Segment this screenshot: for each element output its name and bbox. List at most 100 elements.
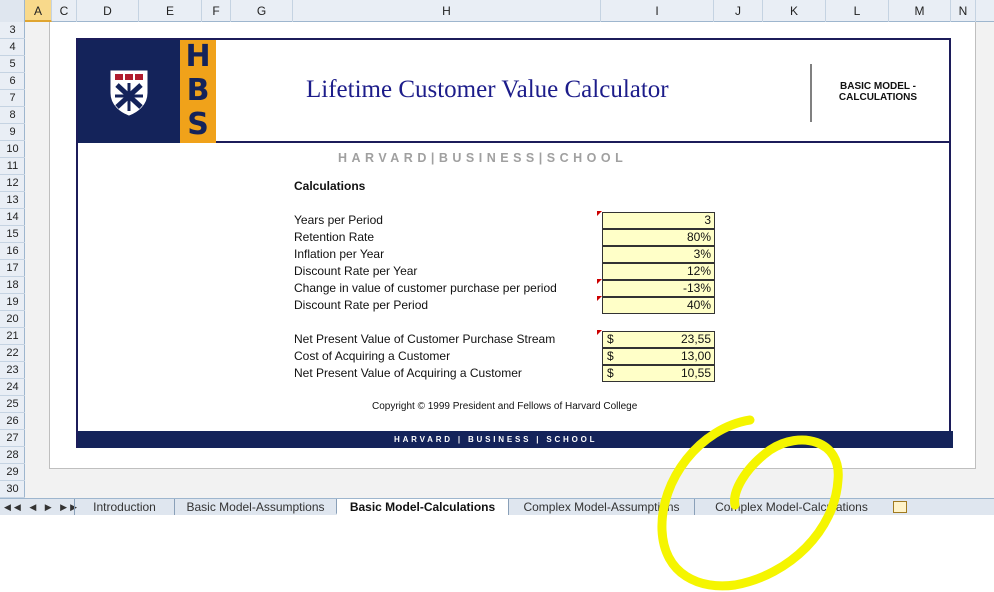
hbs-letter-bar: HBS bbox=[180, 40, 216, 143]
tab-introduction[interactable]: Introduction bbox=[74, 499, 174, 515]
calc-value-text: 23,55 bbox=[680, 332, 711, 346]
currency-symbol: $ bbox=[607, 332, 614, 346]
row-header-30[interactable]: 30 bbox=[0, 481, 25, 498]
row-header-17[interactable]: 17 bbox=[0, 260, 25, 277]
calc-value-cell[interactable]: 40% bbox=[602, 297, 715, 314]
calc-value-text: 12% bbox=[686, 264, 711, 278]
row-header-10[interactable]: 10 bbox=[0, 141, 25, 158]
comment-indicator-icon[interactable] bbox=[597, 296, 602, 301]
calc-value-text: 3 bbox=[704, 213, 711, 227]
column-header-l[interactable]: L bbox=[826, 0, 889, 22]
logo-letter: H bbox=[185, 40, 211, 74]
calc-label: Net Present Value of Acquiring a Custome… bbox=[294, 366, 522, 380]
calc-value-text: 40% bbox=[686, 298, 711, 312]
row-header-20[interactable]: 20 bbox=[0, 311, 25, 328]
row-header-13[interactable]: 13 bbox=[0, 192, 25, 209]
column-header-a[interactable]: A bbox=[25, 0, 52, 22]
calc-value-text: 80% bbox=[686, 230, 711, 244]
calc-label: Discount Rate per Period bbox=[294, 298, 429, 312]
currency-symbol: $ bbox=[607, 349, 614, 363]
row-header-15[interactable]: 15 bbox=[0, 226, 25, 243]
calc-value-text: 10,55 bbox=[680, 366, 711, 380]
row-header-22[interactable]: 22 bbox=[0, 345, 25, 362]
column-header-m[interactable]: M bbox=[889, 0, 951, 22]
row-header-23[interactable]: 23 bbox=[0, 362, 25, 379]
row-header-28[interactable]: 28 bbox=[0, 447, 25, 464]
calc-value-text: -13% bbox=[682, 281, 711, 295]
column-header-c[interactable]: C bbox=[52, 0, 77, 22]
header-divider bbox=[810, 64, 812, 122]
row-header-9[interactable]: 9 bbox=[0, 124, 25, 141]
row-header-7[interactable]: 7 bbox=[0, 90, 25, 107]
calc-value-cell[interactable]: $23,55 bbox=[602, 331, 715, 348]
calc-label: Net Present Value of Customer Purchase S… bbox=[294, 332, 556, 346]
row-header-19[interactable]: 19 bbox=[0, 294, 25, 311]
row-header-18[interactable]: 18 bbox=[0, 277, 25, 294]
harvard-wordmark: HARVARD|BUSINESS|SCHOOL bbox=[338, 151, 628, 165]
calc-label: Cost of Acquiring a Customer bbox=[294, 349, 451, 363]
comment-indicator-icon[interactable] bbox=[597, 211, 602, 216]
logo-letter: B bbox=[186, 73, 210, 108]
calc-value-text: 3% bbox=[693, 247, 711, 261]
row-header-25[interactable]: 25 bbox=[0, 396, 25, 413]
calc-value-text: 13,00 bbox=[680, 349, 711, 363]
model-label: BASIC MODEL - CALCULATIONS bbox=[838, 81, 918, 103]
calc-value-cell[interactable]: 3% bbox=[602, 246, 715, 263]
row-header-21[interactable]: 21 bbox=[0, 328, 25, 345]
column-header-j[interactable]: J bbox=[714, 0, 763, 22]
column-header-e[interactable]: E bbox=[139, 0, 202, 22]
row-header-11[interactable]: 11 bbox=[0, 158, 25, 175]
tab-basic-model-calculations[interactable]: Basic Model-Calculations bbox=[336, 499, 508, 515]
column-header-k[interactable]: K bbox=[763, 0, 826, 22]
calc-value-cell[interactable]: -13% bbox=[602, 280, 715, 297]
row-header-bar: 3 4 5 6 7 8 9 10 11 12 13 14 15 16 17 18 19 20 21 22 23 24 25 2… bbox=[0, 22, 25, 515]
calc-value-cell[interactable]: $10,55 bbox=[602, 365, 715, 382]
row-header-12[interactable]: 12 bbox=[0, 175, 25, 192]
insert-sheet-icon[interactable] bbox=[893, 501, 907, 513]
tab-scroll-buttons[interactable]: ◀◀ ◀ ▶ ▶▶ bbox=[4, 499, 80, 515]
calc-label: Years per Period bbox=[294, 213, 383, 227]
calc-value-cell[interactable]: 12% bbox=[602, 263, 715, 280]
row-header-6[interactable]: 6 bbox=[0, 73, 25, 90]
calc-label: Discount Rate per Year bbox=[294, 264, 418, 278]
copyright-text: Copyright © 1999 President and Fellows o… bbox=[372, 401, 638, 412]
calc-label: Change in value of customer purchase per… bbox=[294, 281, 557, 295]
column-header-i[interactable]: I bbox=[601, 0, 714, 22]
row-header-3[interactable]: 3 bbox=[0, 22, 25, 39]
calc-value-cell[interactable]: $13,00 bbox=[602, 348, 715, 365]
tab-basic-model-assumptions[interactable]: Basic Model-Assumptions bbox=[174, 499, 336, 515]
row-header-5[interactable]: 5 bbox=[0, 56, 25, 73]
calculations-heading: Calculations bbox=[294, 179, 366, 193]
row-header-4[interactable]: 4 bbox=[0, 39, 25, 56]
currency-symbol: $ bbox=[607, 366, 614, 380]
row-header-27[interactable]: 27 bbox=[0, 430, 25, 447]
row-header-24[interactable]: 24 bbox=[0, 379, 25, 396]
footer-band: HARVARD | BUSINESS | SCHOOL bbox=[78, 431, 953, 448]
calc-label: Inflation per Year bbox=[294, 247, 385, 261]
row-header-16[interactable]: 16 bbox=[0, 243, 25, 260]
column-header-d[interactable]: D bbox=[77, 0, 139, 22]
calc-value-cell[interactable]: 80% bbox=[602, 229, 715, 246]
page-title: Lifetime Customer Value Calculator bbox=[306, 76, 669, 103]
comment-indicator-icon[interactable] bbox=[597, 279, 602, 284]
row-header-26[interactable]: 26 bbox=[0, 413, 25, 430]
sheet-tab-bar: ◀◀ ◀ ▶ ▶▶ Introduction Basic Model-Assum… bbox=[0, 498, 994, 515]
column-header-g[interactable]: G bbox=[231, 0, 293, 22]
tab-complex-model-assumptions[interactable]: Complex Model-Assumptions bbox=[508, 499, 694, 515]
calculator-panel: HBS Lifetime Customer Value Calculator B… bbox=[76, 38, 953, 448]
row-header-29[interactable]: 29 bbox=[0, 464, 25, 481]
column-header-bar: A C D E F G H I J K L M N bbox=[0, 0, 994, 22]
calc-value-cell[interactable]: 3 bbox=[602, 212, 715, 229]
row-header-8[interactable]: 8 bbox=[0, 107, 25, 124]
harvard-shield-icon bbox=[110, 70, 148, 116]
column-header-f[interactable]: F bbox=[202, 0, 231, 22]
column-header-n[interactable]: N bbox=[951, 0, 976, 22]
logo-letter: S bbox=[187, 107, 209, 142]
select-all-corner[interactable] bbox=[0, 0, 25, 22]
footer-wordmark: HARVARD | BUSINESS | SCHOOL bbox=[394, 435, 598, 444]
header-band: HBS Lifetime Customer Value Calculator B… bbox=[78, 40, 949, 143]
column-header-h[interactable]: H bbox=[293, 0, 601, 22]
tab-complex-model-calculations[interactable]: Complex Model-Calculations bbox=[694, 499, 888, 515]
comment-indicator-icon[interactable] bbox=[597, 330, 602, 335]
row-header-14[interactable]: 14 bbox=[0, 209, 25, 226]
